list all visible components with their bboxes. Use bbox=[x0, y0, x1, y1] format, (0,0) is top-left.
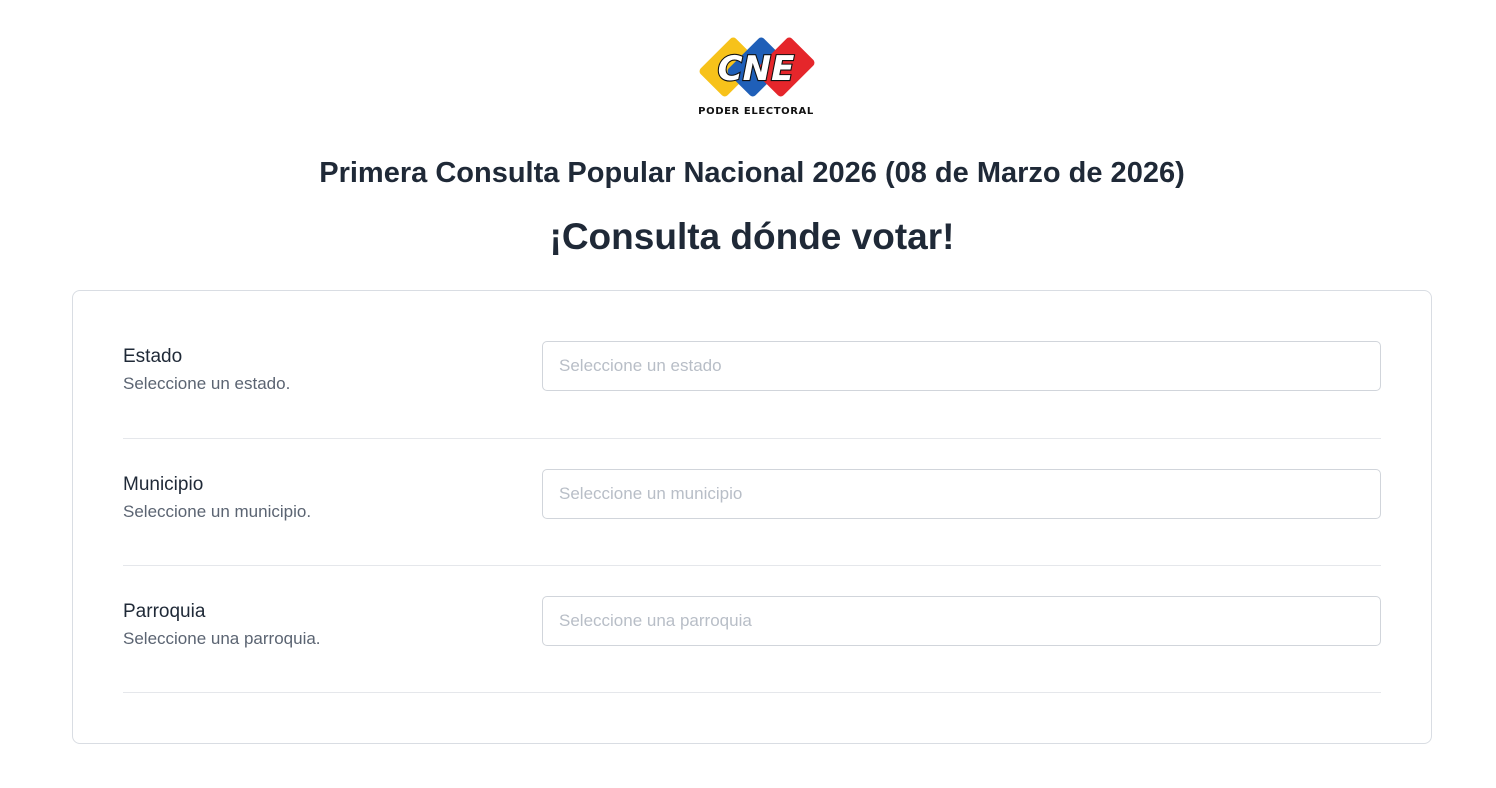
parroquia-select-input[interactable] bbox=[543, 597, 1380, 645]
municipio-label: Municipio bbox=[123, 474, 204, 495]
estado-select[interactable] bbox=[542, 341, 1381, 391]
municipio-select[interactable] bbox=[542, 469, 1381, 519]
form-row-estado: Estado Seleccione un estado. bbox=[123, 311, 1381, 439]
logo-caption: PODER ELECTORAL bbox=[698, 106, 814, 117]
form-row-parroquia: Parroquia Seleccione una parroquia. bbox=[123, 566, 1381, 693]
lookup-form-card: Estado Seleccione un estado. Municipio S… bbox=[72, 290, 1432, 744]
field-label-group: Municipio Seleccione un municipio. bbox=[123, 473, 523, 522]
parroquia-help-text: Seleccione una parroquia. bbox=[123, 629, 321, 648]
cne-logo: CNE PODER ELECTORAL bbox=[688, 30, 824, 122]
form-row-municipio: Municipio Seleccione un municipio. bbox=[123, 439, 1381, 566]
cne-logo-mark: CNE bbox=[699, 37, 815, 97]
election-subtitle: Primera Consulta Popular Nacional 2026 (… bbox=[319, 157, 1185, 189]
parroquia-label: Parroquia bbox=[123, 601, 206, 622]
municipio-select-input[interactable] bbox=[543, 470, 1380, 518]
page-title: ¡Consulta dónde votar! bbox=[549, 216, 955, 257]
estado-help-text: Seleccione un estado. bbox=[123, 374, 291, 393]
field-label-group: Parroquia Seleccione una parroquia. bbox=[123, 600, 523, 649]
parroquia-select[interactable] bbox=[542, 596, 1381, 646]
estado-label: Estado bbox=[123, 346, 183, 367]
logo-text: CNE bbox=[718, 49, 795, 89]
estado-select-input[interactable] bbox=[543, 342, 1380, 390]
field-label-group: Estado Seleccione un estado. bbox=[123, 345, 523, 394]
page: CNE PODER ELECTORAL Primera Consulta Pop… bbox=[0, 0, 1496, 788]
municipio-help-text: Seleccione un municipio. bbox=[123, 502, 312, 521]
